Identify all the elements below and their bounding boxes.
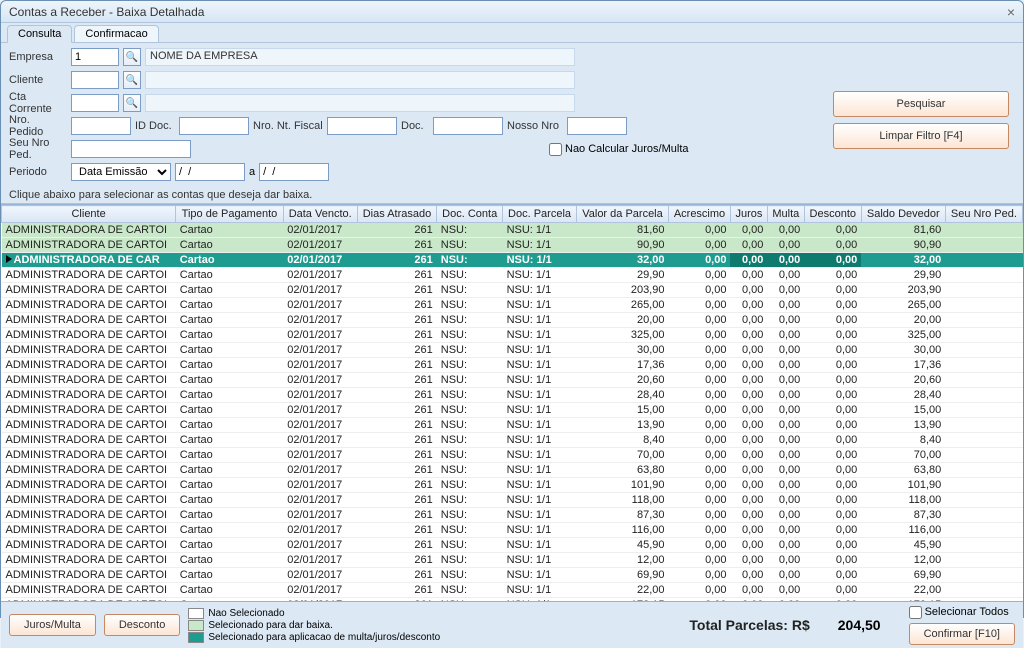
table-row[interactable]: ADMINISTRADORA DE CARTOICartao02/01/2017… bbox=[2, 583, 1023, 598]
table-row[interactable]: ADMINISTRADORA DE CARTOICartao02/01/2017… bbox=[2, 448, 1023, 463]
periodo-de-input[interactable] bbox=[175, 163, 245, 181]
table-row[interactable]: ADMINISTRADORA DE CARTOICartao02/01/2017… bbox=[2, 358, 1023, 373]
table-row[interactable]: ADMINISTRADORA DE CARTOICartao02/01/2017… bbox=[2, 373, 1023, 388]
cliente-label: Cliente bbox=[9, 74, 67, 86]
data-grid[interactable]: ClienteTipo de PagamentoData Vencto.Dias… bbox=[1, 204, 1023, 602]
total-label: Total Parcelas: R$ bbox=[689, 617, 809, 633]
filter-panel: Pesquisar Limpar Filtro [F4] Empresa 🔍 N… bbox=[1, 43, 1023, 187]
naocalcular-checkbox-wrap: Nao Calcular Juros/Multa bbox=[549, 143, 689, 156]
table-row[interactable]: ADMINISTRADORA DE CARTOICartao02/01/2017… bbox=[2, 418, 1023, 433]
periodo-ate-input[interactable] bbox=[259, 163, 329, 181]
table-row[interactable]: ADMINISTRADORA DE CARTOICartao02/01/2017… bbox=[2, 403, 1023, 418]
periodo-a-label: a bbox=[249, 166, 255, 178]
jurosmulta-button[interactable]: Juros/Multa bbox=[9, 614, 96, 636]
doc-label: Doc. bbox=[401, 120, 429, 132]
limpar-filtro-button[interactable]: Limpar Filtro [F4] bbox=[833, 123, 1009, 149]
nossonro-label: Nosso Nro bbox=[507, 120, 563, 132]
naocalcular-checkbox[interactable] bbox=[549, 143, 562, 156]
tab-consulta[interactable]: Consulta bbox=[7, 25, 72, 43]
table-row[interactable]: ADMINISTRADORA DE CARTOICartao02/01/2017… bbox=[2, 238, 1023, 253]
desconto-button[interactable]: Desconto bbox=[104, 614, 180, 636]
column-header[interactable]: Multa bbox=[767, 206, 804, 223]
table-row[interactable]: ADMINISTRADORA DE CARTOICartao02/01/2017… bbox=[2, 343, 1023, 358]
column-header[interactable]: Doc. Parcela bbox=[503, 206, 577, 223]
periodo-label: Periodo bbox=[9, 166, 67, 178]
footer-bar: Juros/Multa Desconto Nao Selecionado Sel… bbox=[1, 602, 1023, 648]
ctacorrente-lookup-icon[interactable]: 🔍 bbox=[123, 94, 141, 112]
empresa-label: Empresa bbox=[9, 51, 67, 63]
nropedido-input[interactable] bbox=[71, 117, 131, 135]
legend: Nao Selecionado Selecionado para dar bai… bbox=[188, 608, 681, 643]
seunroped-input[interactable] bbox=[71, 140, 191, 158]
iddoc-label: ID Doc. bbox=[135, 120, 175, 132]
ctacorrente-code-input[interactable] bbox=[71, 94, 119, 112]
table-row[interactable]: ADMINISTRADORA DE CARTOICartao02/01/2017… bbox=[2, 508, 1023, 523]
periodo-tipo-select[interactable]: Data Emissão bbox=[71, 163, 171, 181]
column-header[interactable]: Desconto bbox=[804, 206, 861, 223]
table-row[interactable]: ADMINISTRADORA DE CARTOICartao02/01/2017… bbox=[2, 433, 1023, 448]
table-row[interactable]: ADMINISTRADORA DE CARTOICartao02/01/2017… bbox=[2, 523, 1023, 538]
doc-input[interactable] bbox=[433, 117, 503, 135]
empresa-nome-display: NOME DA EMPRESA bbox=[145, 48, 575, 66]
table-row[interactable]: ADMINISTRADORA DE CARTOICartao02/01/2017… bbox=[2, 568, 1023, 583]
tab-confirmacao[interactable]: Confirmacao bbox=[74, 25, 158, 42]
confirmar-button[interactable]: Confirmar [F10] bbox=[909, 623, 1015, 645]
iddoc-input[interactable] bbox=[179, 117, 249, 135]
tab-strip: Consulta Confirmacao bbox=[1, 23, 1023, 43]
window-title-bar: Contas a Receber - Baixa Detalhada × bbox=[1, 1, 1023, 23]
nossonro-input[interactable] bbox=[567, 117, 627, 135]
close-icon[interactable]: × bbox=[1007, 1, 1015, 23]
table-row[interactable]: ADMINISTRADORA DE CARTOICartao02/01/2017… bbox=[2, 463, 1023, 478]
pesquisar-button[interactable]: Pesquisar bbox=[833, 91, 1009, 117]
naocalcular-label: Nao Calcular Juros/Multa bbox=[565, 143, 689, 155]
table-row[interactable]: ADMINISTRADORA DE CARTOICartao02/01/2017… bbox=[2, 493, 1023, 508]
table-row[interactable]: ADMINISTRADORA DE CARTOICartao02/01/2017… bbox=[2, 268, 1023, 283]
column-header[interactable]: Data Vencto. bbox=[283, 206, 357, 223]
nrontfiscal-input[interactable] bbox=[327, 117, 397, 135]
empresa-code-input[interactable] bbox=[71, 48, 119, 66]
column-header[interactable]: Acrescimo bbox=[668, 206, 730, 223]
nropedido-label: Nro. Pedido bbox=[9, 114, 67, 138]
ctacorrente-nome-display bbox=[145, 94, 575, 112]
column-header[interactable]: Tipo de Pagamento bbox=[176, 206, 283, 223]
table-row[interactable]: ADMINISTRADORA DE CARTOICartao02/01/2017… bbox=[2, 478, 1023, 493]
helper-text: Clique abaixo para selecionar as contas … bbox=[1, 187, 1023, 204]
legend-swatch-sel bbox=[188, 620, 204, 631]
table-row[interactable]: ADMINISTRADORA DE CARTOICartao02/01/2017… bbox=[2, 553, 1023, 568]
cliente-lookup-icon[interactable]: 🔍 bbox=[123, 71, 141, 89]
empresa-lookup-icon[interactable]: 🔍 bbox=[123, 48, 141, 66]
legend-swatch-nao bbox=[188, 608, 204, 619]
window-title: Contas a Receber - Baixa Detalhada bbox=[9, 1, 204, 23]
legend-swatch-apl bbox=[188, 632, 204, 643]
table-row[interactable]: ADMINISTRADORA DE CARTOICartao02/01/2017… bbox=[2, 283, 1023, 298]
nrontfiscal-label: Nro. Nt. Fiscal bbox=[253, 120, 323, 132]
ctacorrente-label: Cta Corrente bbox=[9, 91, 67, 115]
selecionar-todos-checkbox[interactable] bbox=[909, 606, 922, 619]
column-header[interactable]: Seu Nro Ped. bbox=[945, 206, 1022, 223]
column-header[interactable]: Saldo Devedor bbox=[861, 206, 945, 223]
cliente-nome-display bbox=[145, 71, 575, 89]
column-header[interactable]: Cliente bbox=[2, 206, 176, 223]
column-header[interactable]: Doc. Conta bbox=[437, 206, 503, 223]
selecionar-todos-wrap: Selecionar Todos bbox=[909, 606, 1015, 619]
seunroped-label: Seu Nro Ped. bbox=[9, 137, 67, 161]
total-value: 204,50 bbox=[838, 617, 881, 633]
table-row[interactable]: ADMINISTRADORA DE CARTOICartao02/01/2017… bbox=[2, 313, 1023, 328]
table-row[interactable]: ADMINISTRADORA DE CARTOICartao02/01/2017… bbox=[2, 298, 1023, 313]
cliente-code-input[interactable] bbox=[71, 71, 119, 89]
table-row[interactable]: ADMINISTRADORA DE CARTOICartao02/01/2017… bbox=[2, 388, 1023, 403]
table-row[interactable]: ADMINISTRADORA DE CARTOICartao02/01/2017… bbox=[2, 538, 1023, 553]
column-header[interactable]: Valor da Parcela bbox=[577, 206, 669, 223]
table-row[interactable]: ADMINISTRADORA DE CARCartao02/01/2017261… bbox=[2, 253, 1023, 268]
table-row[interactable]: ADMINISTRADORA DE CARTOICartao02/01/2017… bbox=[2, 223, 1023, 238]
column-header[interactable]: Juros bbox=[730, 206, 767, 223]
table-row[interactable]: ADMINISTRADORA DE CARTOICartao02/01/2017… bbox=[2, 328, 1023, 343]
column-header[interactable]: Dias Atrasado bbox=[357, 206, 437, 223]
